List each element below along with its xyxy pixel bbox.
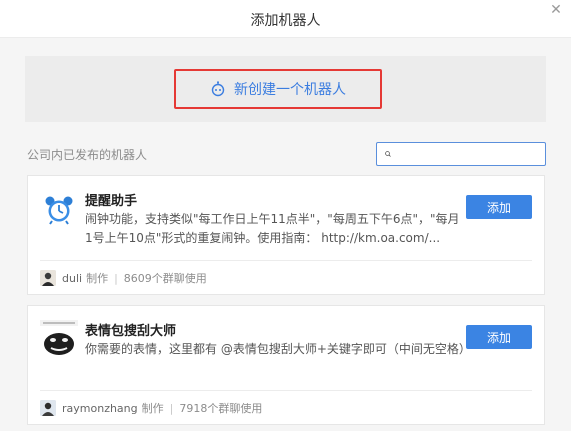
- author-name[interactable]: raymonzhang: [62, 402, 138, 415]
- create-bot-panel: 新创建一个机器人: [25, 56, 546, 122]
- bot-avatar: [40, 190, 78, 228]
- bot-name: 提醒助手: [85, 194, 138, 209]
- alarm-clock-icon: [45, 196, 73, 225]
- bot-name: 表情包搜刮大师: [85, 324, 177, 339]
- bot-card: 提醒助手 闹钟功能，支持类似"每工作日上午11点半"，"每周五下午6点"，"每月…: [27, 175, 545, 295]
- search-icon: [385, 151, 391, 157]
- card-divider: [40, 260, 532, 261]
- add-bot-button[interactable]: 添加: [466, 195, 532, 219]
- bot-card: 表情包搜刮大师 你需要的表情，这里都有 @表情包搜刮大师+关键字即可（中间无空格…: [27, 305, 545, 425]
- meme-image-icon: [40, 320, 78, 358]
- author-name[interactable]: duli: [62, 272, 82, 285]
- create-bot-button[interactable]: 新创建一个机器人: [174, 69, 382, 109]
- separator: |: [169, 401, 174, 415]
- search-box[interactable]: [376, 142, 546, 166]
- bot-description: 你需要的表情，这里都有 @表情包搜刮大师+关键字即可（中间无空格）: [85, 342, 471, 356]
- made-by-label: 制作: [86, 272, 109, 285]
- search-input[interactable]: [395, 144, 545, 164]
- create-bot-label: 新创建一个机器人: [234, 82, 346, 98]
- bot-footer: duli 制作 | 8609个群聊使用: [40, 269, 207, 287]
- dialog-title: 添加机器人: [250, 13, 321, 29]
- bot-description: 闹钟功能，支持类似"每工作日上午11点半"，"每周五下午6点"，"每月1号上午1…: [85, 212, 460, 245]
- add-bot-button[interactable]: 添加: [466, 325, 532, 349]
- section-label: 公司内已发布的机器人: [27, 148, 148, 162]
- author-avatar: [40, 400, 56, 416]
- bot-footer: raymonzhang 制作 | 7918个群聊使用: [40, 399, 262, 417]
- bot-avatar: [40, 320, 78, 358]
- usage-count: 8609个群聊使用: [123, 272, 207, 285]
- robot-icon: [211, 81, 225, 97]
- author-avatar: [40, 270, 56, 286]
- dialog-header: 添加机器人 ✕: [0, 0, 571, 38]
- close-icon[interactable]: ✕: [549, 3, 563, 17]
- separator: |: [114, 271, 118, 285]
- card-divider: [40, 390, 532, 391]
- made-by-label: 制作: [141, 402, 164, 415]
- usage-count: 7918个群聊使用: [179, 402, 263, 415]
